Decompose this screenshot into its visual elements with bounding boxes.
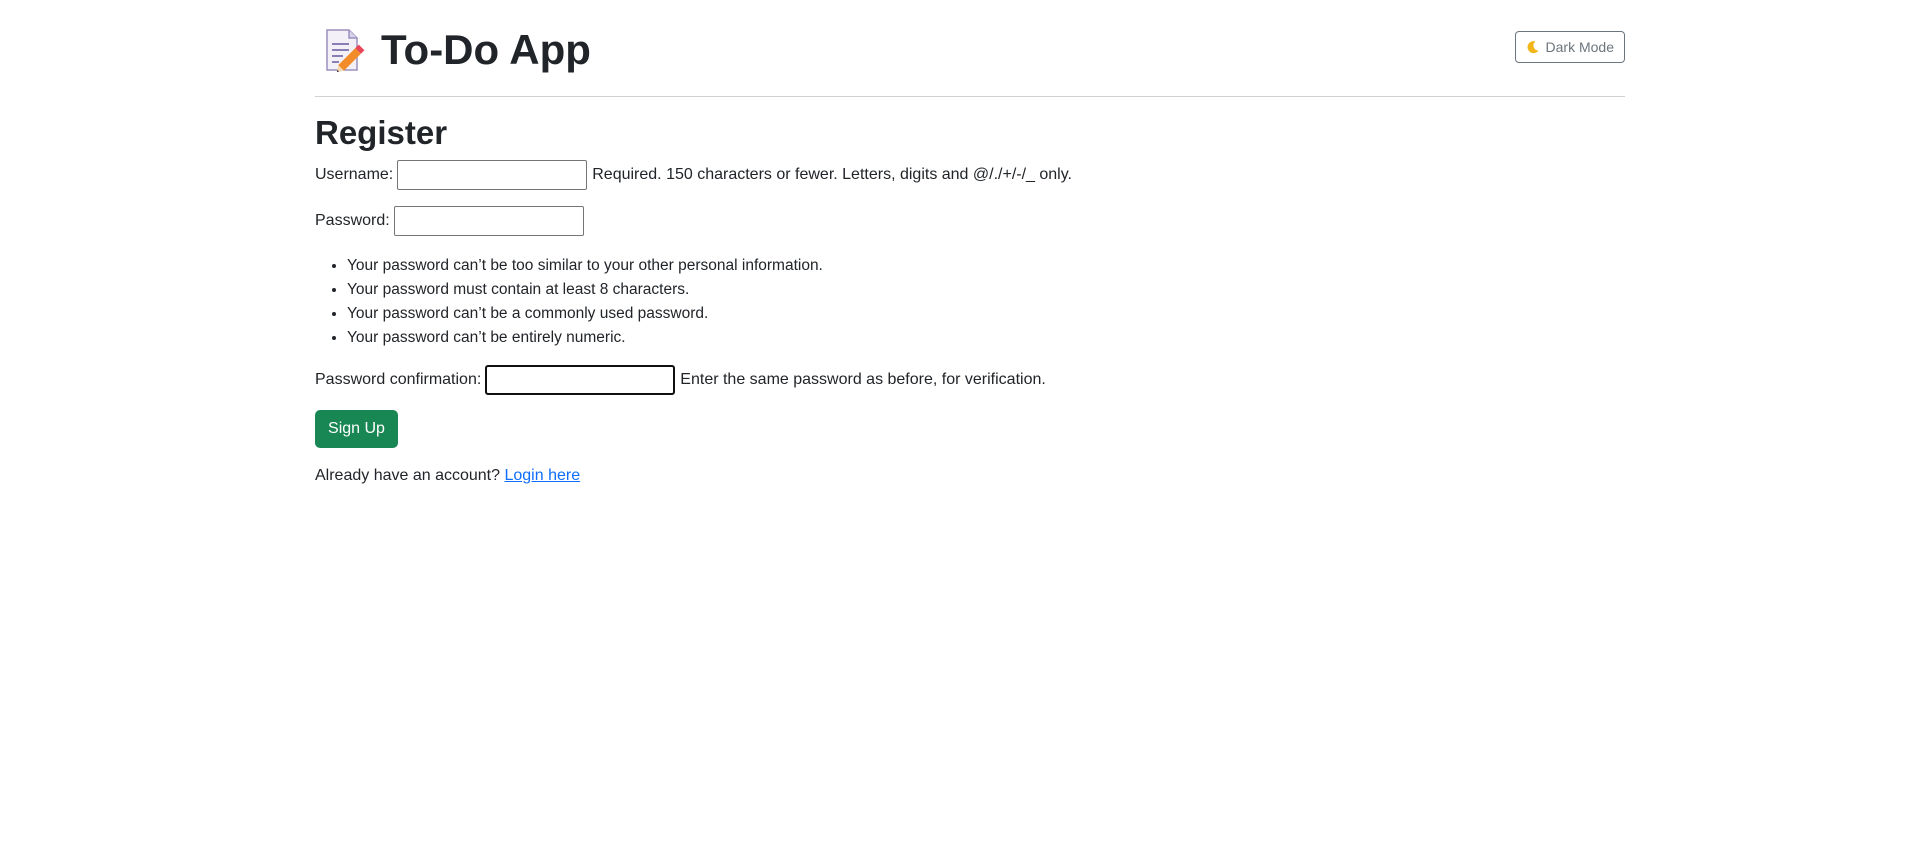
password-confirmation-row: Password confirmation: Enter the same pa… <box>315 365 1046 395</box>
password-rules-list: Your password can’t be too similar to yo… <box>315 254 823 350</box>
sign-up-button[interactable]: Sign Up <box>315 410 398 448</box>
page-title: Register <box>315 114 448 151</box>
password-rule: Your password must contain at least 8 ch… <box>347 278 823 302</box>
password-rule: Your password can’t be a commonly used p… <box>347 302 823 326</box>
moon-icon <box>1526 40 1540 54</box>
password-rule: Your password can’t be entirely numeric. <box>347 326 823 350</box>
dark-mode-label: Dark Mode <box>1545 39 1614 55</box>
password-rule: Your password can’t be too similar to yo… <box>347 254 823 278</box>
password-confirmation-input[interactable] <box>485 365 676 395</box>
username-row: Username: Required. 150 characters or fe… <box>315 160 1072 190</box>
login-prompt: Already have an account? Login here <box>315 467 580 485</box>
password-confirmation-help-text: Enter the same password as before, for v… <box>680 371 1046 388</box>
login-link[interactable]: Login here <box>504 467 580 484</box>
password-row: Password: <box>315 206 589 236</box>
username-input[interactable] <box>397 160 588 190</box>
password-confirmation-label: Password confirmation: <box>315 371 482 388</box>
memo-pencil-icon <box>321 26 367 74</box>
app-title: To-Do App <box>381 26 591 73</box>
login-prompt-text: Already have an account? <box>315 467 501 484</box>
brand: To-Do App <box>321 24 591 76</box>
password-label: Password: <box>315 212 390 229</box>
app-header: To-Do App Dark Mode <box>315 0 1625 97</box>
password-input[interactable] <box>393 206 584 236</box>
username-label: Username: <box>315 166 394 183</box>
dark-mode-toggle-button[interactable]: Dark Mode <box>1514 31 1625 63</box>
page-container: To-Do App Dark Mode Register Username: R… <box>315 0 1625 484</box>
username-help-text: Required. 150 characters or fewer. Lette… <box>592 166 1072 183</box>
